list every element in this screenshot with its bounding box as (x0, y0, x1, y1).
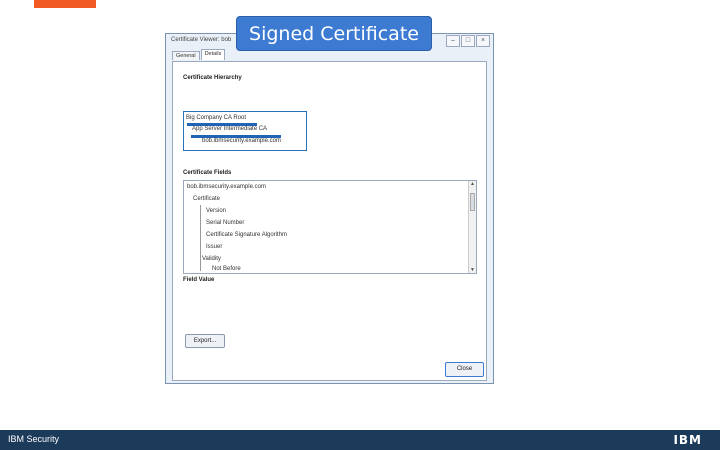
scroll-down-icon[interactable]: ▼ (469, 267, 476, 273)
tab-general[interactable]: General (172, 51, 200, 60)
scroll-thumb[interactable] (470, 193, 475, 211)
fields-label: Certificate Fields (183, 170, 232, 176)
footer-brand: IBM Security (8, 434, 60, 444)
close-icon[interactable]: × (476, 35, 490, 47)
hierarchy-label: Certificate Hierarchy (183, 75, 242, 81)
maximize-icon[interactable]: □ (461, 35, 475, 47)
hierarchy-item-leaf[interactable]: bob.ibmsecurity.example.com (202, 138, 281, 144)
hierarchy-item-root[interactable]: Big Company CA Root (186, 115, 246, 121)
certificate-viewer-dialog: Certificate Viewer: bob – □ × General De… (165, 33, 494, 384)
field-item[interactable]: Version (206, 208, 226, 214)
ibm-logo: IBM (673, 433, 702, 447)
slide-title: Signed Certificate (236, 16, 432, 51)
field-item[interactable]: Serial Number (206, 220, 244, 226)
field-value-label: Field Value (183, 277, 215, 283)
details-panel: Certificate Hierarchy Big Company CA Roo… (172, 61, 487, 381)
field-item[interactable]: Validity (202, 256, 221, 262)
hierarchy-item-intermediate[interactable]: App Server Intermediate CA (192, 126, 267, 132)
dialog-title: Certificate Viewer: bob (171, 37, 232, 43)
field-item[interactable]: Certificate Signature Algorithm (206, 232, 287, 238)
footer-bar: IBM Security IBM (0, 430, 720, 450)
dialog-tabs: General Details (172, 49, 226, 60)
export-button[interactable]: Export... (185, 334, 225, 348)
brand-accent-bar (34, 0, 96, 8)
close-button[interactable]: Close (445, 362, 484, 377)
tree-guide-line (200, 205, 201, 271)
certificate-hierarchy-tree[interactable]: Big Company CA Root App Server Intermedi… (183, 111, 307, 151)
field-item[interactable]: Issuer (206, 244, 222, 250)
minimize-icon[interactable]: – (446, 35, 460, 47)
field-item[interactable]: Not Before (212, 266, 241, 272)
field-item[interactable]: Certificate (193, 196, 220, 202)
tab-details[interactable]: Details (200, 49, 226, 60)
certificate-fields-tree[interactable]: bob.ibmsecurity.example.com Certificate … (183, 180, 477, 274)
field-item[interactable]: bob.ibmsecurity.example.com (187, 184, 266, 190)
fields-scrollbar[interactable]: ▲ ▼ (468, 181, 476, 273)
scroll-up-icon[interactable]: ▲ (469, 181, 476, 187)
